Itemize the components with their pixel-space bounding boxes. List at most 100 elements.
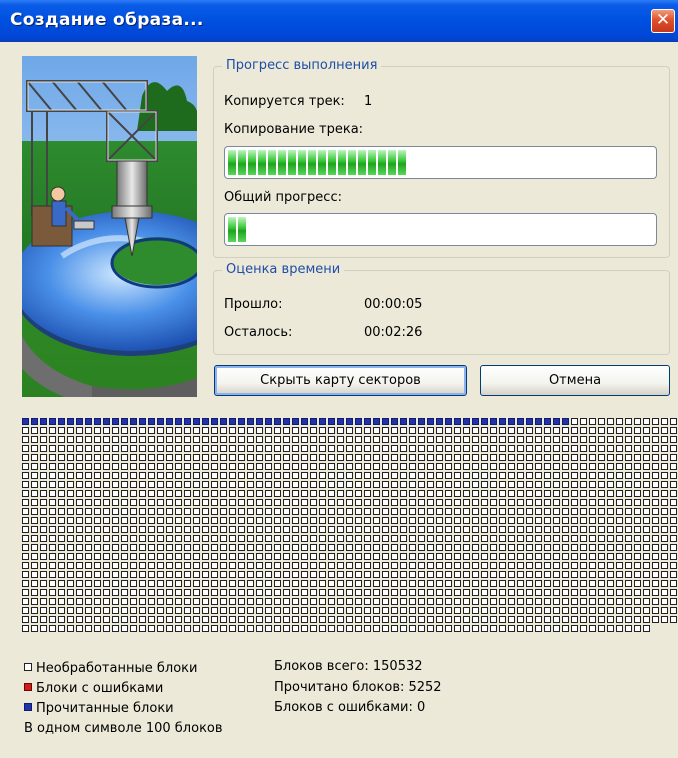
sector-block-unprocessed bbox=[526, 436, 533, 443]
sector-block-unprocessed bbox=[247, 481, 254, 488]
sector-block-unprocessed bbox=[328, 625, 335, 632]
progress-segment bbox=[338, 150, 346, 175]
sector-block-unprocessed bbox=[643, 490, 650, 497]
sector-block-unprocessed bbox=[625, 607, 632, 614]
sector-block-unprocessed bbox=[373, 607, 380, 614]
cancel-button[interactable]: Отмена bbox=[480, 365, 670, 396]
sector-block-unprocessed bbox=[346, 598, 353, 605]
hide-sector-map-button[interactable]: Скрыть карту секторов bbox=[214, 365, 467, 396]
sector-block-unprocessed bbox=[301, 508, 308, 515]
sector-block-unprocessed bbox=[454, 625, 461, 632]
sector-block-unprocessed bbox=[418, 499, 425, 506]
sector-block-unprocessed bbox=[130, 553, 137, 560]
sector-block-unprocessed bbox=[454, 472, 461, 479]
close-button[interactable]: ✕ bbox=[651, 9, 675, 33]
sector-block-unprocessed bbox=[292, 553, 299, 560]
sector-block-unprocessed bbox=[22, 598, 29, 605]
sector-block-unprocessed bbox=[562, 454, 569, 461]
sector-block-unprocessed bbox=[436, 526, 443, 533]
sector-block-unprocessed bbox=[481, 526, 488, 533]
sector-block-unprocessed bbox=[94, 445, 101, 452]
sector-block-unprocessed bbox=[40, 562, 47, 569]
sector-block-unprocessed bbox=[220, 598, 227, 605]
sector-block-unprocessed bbox=[148, 490, 155, 497]
sector-block-unprocessed bbox=[454, 616, 461, 623]
sector-block-unprocessed bbox=[562, 571, 569, 578]
sector-block-unprocessed bbox=[130, 589, 137, 596]
sector-block-unprocessed bbox=[616, 535, 623, 542]
sector-block-unprocessed bbox=[607, 598, 614, 605]
sector-block-unprocessed bbox=[382, 571, 389, 578]
sector-block-unprocessed bbox=[670, 481, 677, 488]
sector-block-unprocessed bbox=[58, 616, 65, 623]
sector-block-unprocessed bbox=[220, 517, 227, 524]
sector-block-unprocessed bbox=[103, 553, 110, 560]
sector-block-unprocessed bbox=[517, 562, 524, 569]
sector-block-unprocessed bbox=[139, 625, 146, 632]
sector-block-unprocessed bbox=[535, 481, 542, 488]
sector-block-unprocessed bbox=[517, 589, 524, 596]
sector-block-unprocessed bbox=[526, 517, 533, 524]
sector-block-unprocessed bbox=[580, 508, 587, 515]
sector-block-unprocessed bbox=[238, 481, 245, 488]
sector-block-unprocessed bbox=[508, 580, 515, 587]
sector-block-unprocessed bbox=[238, 553, 245, 560]
sector-block-unprocessed bbox=[562, 508, 569, 515]
sector-block-unprocessed bbox=[625, 427, 632, 434]
sector-block-unprocessed bbox=[184, 517, 191, 524]
sector-block-unprocessed bbox=[346, 490, 353, 497]
sector-block-unprocessed bbox=[211, 436, 218, 443]
sector-block-unprocessed bbox=[175, 589, 182, 596]
sector-block-unprocessed bbox=[400, 616, 407, 623]
sector-block-unprocessed bbox=[85, 472, 92, 479]
sector-block-read bbox=[148, 418, 155, 425]
sector-block-unprocessed bbox=[229, 472, 236, 479]
sector-block-unprocessed bbox=[166, 598, 173, 605]
sector-block-unprocessed bbox=[175, 625, 182, 632]
sector-block-unprocessed bbox=[517, 535, 524, 542]
sector-block-unprocessed bbox=[517, 598, 524, 605]
sector-block-unprocessed bbox=[490, 427, 497, 434]
sector-block-unprocessed bbox=[634, 571, 641, 578]
sector-block-unprocessed bbox=[382, 445, 389, 452]
sector-block-read bbox=[202, 418, 209, 425]
sector-block-unprocessed bbox=[157, 499, 164, 506]
sector-block-unprocessed bbox=[445, 589, 452, 596]
sector-block-unprocessed bbox=[508, 553, 515, 560]
sector-block-unprocessed bbox=[67, 553, 74, 560]
sector-block-unprocessed bbox=[121, 436, 128, 443]
sector-block-unprocessed bbox=[346, 535, 353, 542]
sector-block-unprocessed bbox=[454, 481, 461, 488]
sector-block-unprocessed bbox=[499, 580, 506, 587]
sector-block-unprocessed bbox=[499, 607, 506, 614]
sector-block-unprocessed bbox=[31, 472, 38, 479]
sector-block-unprocessed bbox=[139, 553, 146, 560]
sector-block-read bbox=[193, 418, 200, 425]
sector-block-unprocessed bbox=[391, 562, 398, 569]
sector-block-unprocessed bbox=[454, 589, 461, 596]
sector-block-unprocessed bbox=[229, 535, 236, 542]
sector-block-unprocessed bbox=[184, 508, 191, 515]
sector-block-unprocessed bbox=[373, 445, 380, 452]
sector-block-unprocessed bbox=[517, 553, 524, 560]
sector-block-unprocessed bbox=[22, 580, 29, 587]
sector-block-unprocessed bbox=[661, 463, 668, 470]
sector-block-unprocessed bbox=[256, 499, 263, 506]
sector-block-unprocessed bbox=[652, 517, 659, 524]
disc-drill-illustration bbox=[22, 56, 197, 397]
title-bar[interactable]: Создание образа... ✕ bbox=[0, 0, 678, 42]
sector-block-unprocessed bbox=[598, 580, 605, 587]
sector-block-unprocessed bbox=[625, 499, 632, 506]
sector-block-unprocessed bbox=[598, 625, 605, 632]
sector-block-unprocessed bbox=[148, 571, 155, 578]
sector-block-unprocessed bbox=[193, 544, 200, 551]
sector-block-unprocessed bbox=[76, 427, 83, 434]
sector-block-read bbox=[517, 418, 524, 425]
sector-block-unprocessed bbox=[661, 544, 668, 551]
sector-block-unprocessed bbox=[121, 463, 128, 470]
sector-block-read bbox=[247, 418, 254, 425]
sector-block-unprocessed bbox=[49, 454, 56, 461]
sector-block-unprocessed bbox=[238, 535, 245, 542]
sector-block-unprocessed bbox=[58, 445, 65, 452]
sector-block-unprocessed bbox=[472, 535, 479, 542]
